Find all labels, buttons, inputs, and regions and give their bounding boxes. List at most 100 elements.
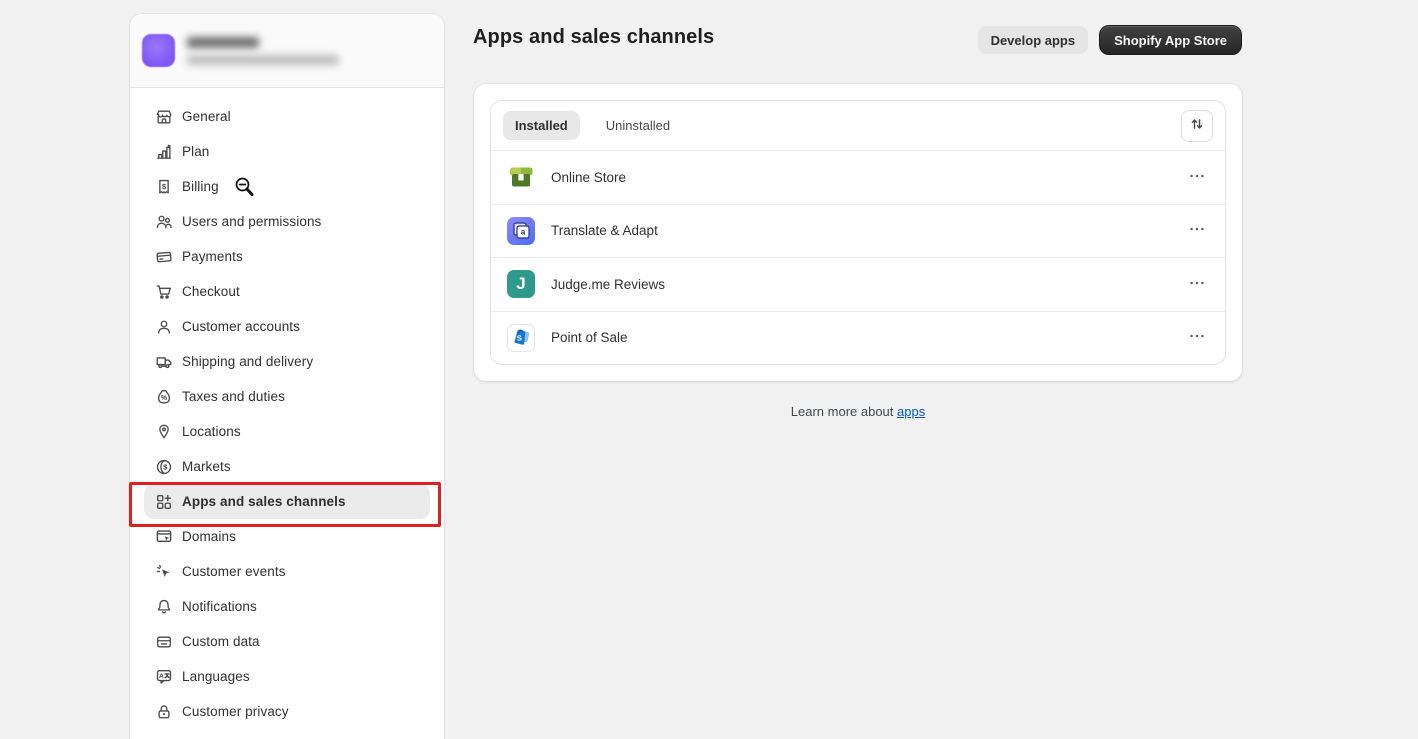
data-box-icon	[154, 632, 174, 652]
more-actions-button[interactable]	[1185, 219, 1209, 243]
users-icon	[154, 212, 174, 232]
header-actions: Develop apps Shopify App Store	[978, 25, 1242, 55]
sidebar-item-customer-events[interactable]: Customer events	[144, 554, 430, 589]
apps-list-panel: Installed Uninstalled Online Store	[490, 100, 1226, 365]
settings-sidebar: General Plan $ Billing Users and permiss…	[130, 14, 444, 739]
sidebar-item-shipping-delivery[interactable]: Shipping and delivery	[144, 344, 430, 379]
app-name: Judge.me Reviews	[551, 277, 665, 292]
cursor-sparkle-icon	[154, 562, 174, 582]
more-actions-icon	[1188, 327, 1206, 348]
map-pin-icon	[154, 422, 174, 442]
sort-button[interactable]	[1181, 110, 1213, 142]
sidebar-item-label: Checkout	[182, 284, 240, 299]
svg-text:$: $	[163, 462, 168, 471]
sidebar-item-label: Customer privacy	[182, 704, 289, 719]
sidebar-item-label: Payments	[182, 249, 243, 264]
sidebar-item-label: Domains	[182, 529, 236, 544]
sidebar-item-users-permissions[interactable]: Users and permissions	[144, 204, 430, 239]
translate-adapt-icon: a	[507, 217, 535, 245]
sidebar-item-label: Users and permissions	[182, 214, 321, 229]
sidebar-item-label: Languages	[182, 669, 250, 684]
sidebar-item-customer-privacy[interactable]: Customer privacy	[144, 694, 430, 729]
svg-text:$: $	[162, 181, 167, 190]
sidebar-item-label: Shipping and delivery	[182, 354, 313, 369]
more-actions-icon	[1188, 167, 1206, 188]
learn-more-text: Learn more about	[791, 404, 897, 419]
person-icon	[154, 317, 174, 337]
sidebar-item-label: Locations	[182, 424, 241, 439]
more-actions-button[interactable]	[1185, 165, 1209, 189]
store-name-redacted	[187, 37, 259, 48]
tab-installed[interactable]: Installed	[503, 111, 580, 140]
more-actions-button[interactable]	[1185, 272, 1209, 296]
sidebar-item-label: Customer events	[182, 564, 286, 579]
app-name: Point of Sale	[551, 330, 628, 345]
billing-receipt-icon: $	[154, 177, 174, 197]
globe-dollar-icon: $	[154, 457, 174, 477]
sidebar-item-label: Billing	[182, 179, 219, 194]
sidebar-item-label: Customer accounts	[182, 319, 300, 334]
sidebar-item-customer-accounts[interactable]: Customer accounts	[144, 309, 430, 344]
apps-card: Installed Uninstalled Online Store	[474, 84, 1242, 381]
store-email-redacted	[187, 55, 339, 65]
svg-text:S: S	[516, 333, 522, 342]
settings-nav: General Plan $ Billing Users and permiss…	[130, 88, 444, 729]
learn-more-note: Learn more about apps	[474, 404, 1242, 419]
sidebar-item-plan[interactable]: Plan	[144, 134, 430, 169]
app-name: Translate & Adapt	[551, 223, 658, 238]
lock-icon	[154, 702, 174, 722]
truck-icon	[154, 352, 174, 372]
tab-uninstalled[interactable]: Uninstalled	[594, 111, 682, 140]
app-row-judgeme-reviews[interactable]: J Judge.me Reviews	[491, 257, 1225, 311]
apps-tabs-row: Installed Uninstalled	[491, 101, 1225, 150]
store-switcher[interactable]	[130, 14, 444, 88]
sidebar-item-label: Custom data	[182, 634, 260, 649]
svg-text:A: A	[159, 673, 164, 680]
domains-window-icon	[154, 527, 174, 547]
storefront-icon	[154, 107, 174, 127]
sidebar-item-billing[interactable]: $ Billing	[144, 169, 430, 204]
sidebar-item-markets[interactable]: $ Markets	[144, 449, 430, 484]
svg-text:a: a	[521, 227, 526, 236]
sidebar-item-label: Markets	[182, 459, 231, 474]
tax-bag-icon: %	[154, 387, 174, 407]
sidebar-item-general[interactable]: General	[144, 99, 430, 134]
plan-chart-icon	[154, 142, 174, 162]
sidebar-item-label: Taxes and duties	[182, 389, 285, 404]
app-row-translate-adapt[interactable]: a Translate & Adapt	[491, 204, 1225, 258]
more-actions-icon	[1188, 220, 1206, 241]
app-row-point-of-sale[interactable]: S Point of Sale	[491, 311, 1225, 365]
sidebar-item-taxes-duties[interactable]: % Taxes and duties	[144, 379, 430, 414]
sidebar-item-custom-data[interactable]: Custom data	[144, 624, 430, 659]
store-avatar	[142, 34, 175, 67]
more-actions-icon	[1188, 274, 1206, 295]
sidebar-item-languages[interactable]: A Languages	[144, 659, 430, 694]
sidebar-item-apps-sales-channels[interactable]: Apps and sales channels	[144, 484, 430, 519]
sidebar-item-notifications[interactable]: Notifications	[144, 589, 430, 624]
app-name: Online Store	[551, 170, 626, 185]
svg-text:%: %	[161, 393, 168, 402]
checkout-cart-icon	[154, 282, 174, 302]
develop-apps-button[interactable]: Develop apps	[978, 26, 1089, 54]
sidebar-item-label: Plan	[182, 144, 209, 159]
sidebar-item-label: Apps and sales channels	[182, 494, 346, 509]
app-row-online-store[interactable]: Online Store	[491, 150, 1225, 204]
sidebar-item-payments[interactable]: Payments	[144, 239, 430, 274]
judgeme-icon: J	[507, 270, 535, 298]
sidebar-item-locations[interactable]: Locations	[144, 414, 430, 449]
apps-link[interactable]: apps	[897, 404, 925, 419]
more-actions-button[interactable]	[1185, 326, 1209, 350]
payments-card-icon	[154, 247, 174, 267]
sidebar-item-label: Notifications	[182, 599, 257, 614]
sidebar-item-label: General	[182, 109, 231, 124]
page-title: Apps and sales channels	[473, 26, 714, 49]
shopify-app-store-button[interactable]: Shopify App Store	[1099, 25, 1242, 55]
apps-grid-icon	[154, 492, 174, 512]
sidebar-item-domains[interactable]: Domains	[144, 519, 430, 554]
store-meta	[187, 37, 339, 65]
bell-icon	[154, 597, 174, 617]
settings-page: General Plan $ Billing Users and permiss…	[0, 0, 1418, 739]
online-store-icon	[507, 163, 535, 191]
sidebar-item-checkout[interactable]: Checkout	[144, 274, 430, 309]
point-of-sale-icon: S	[507, 324, 535, 352]
